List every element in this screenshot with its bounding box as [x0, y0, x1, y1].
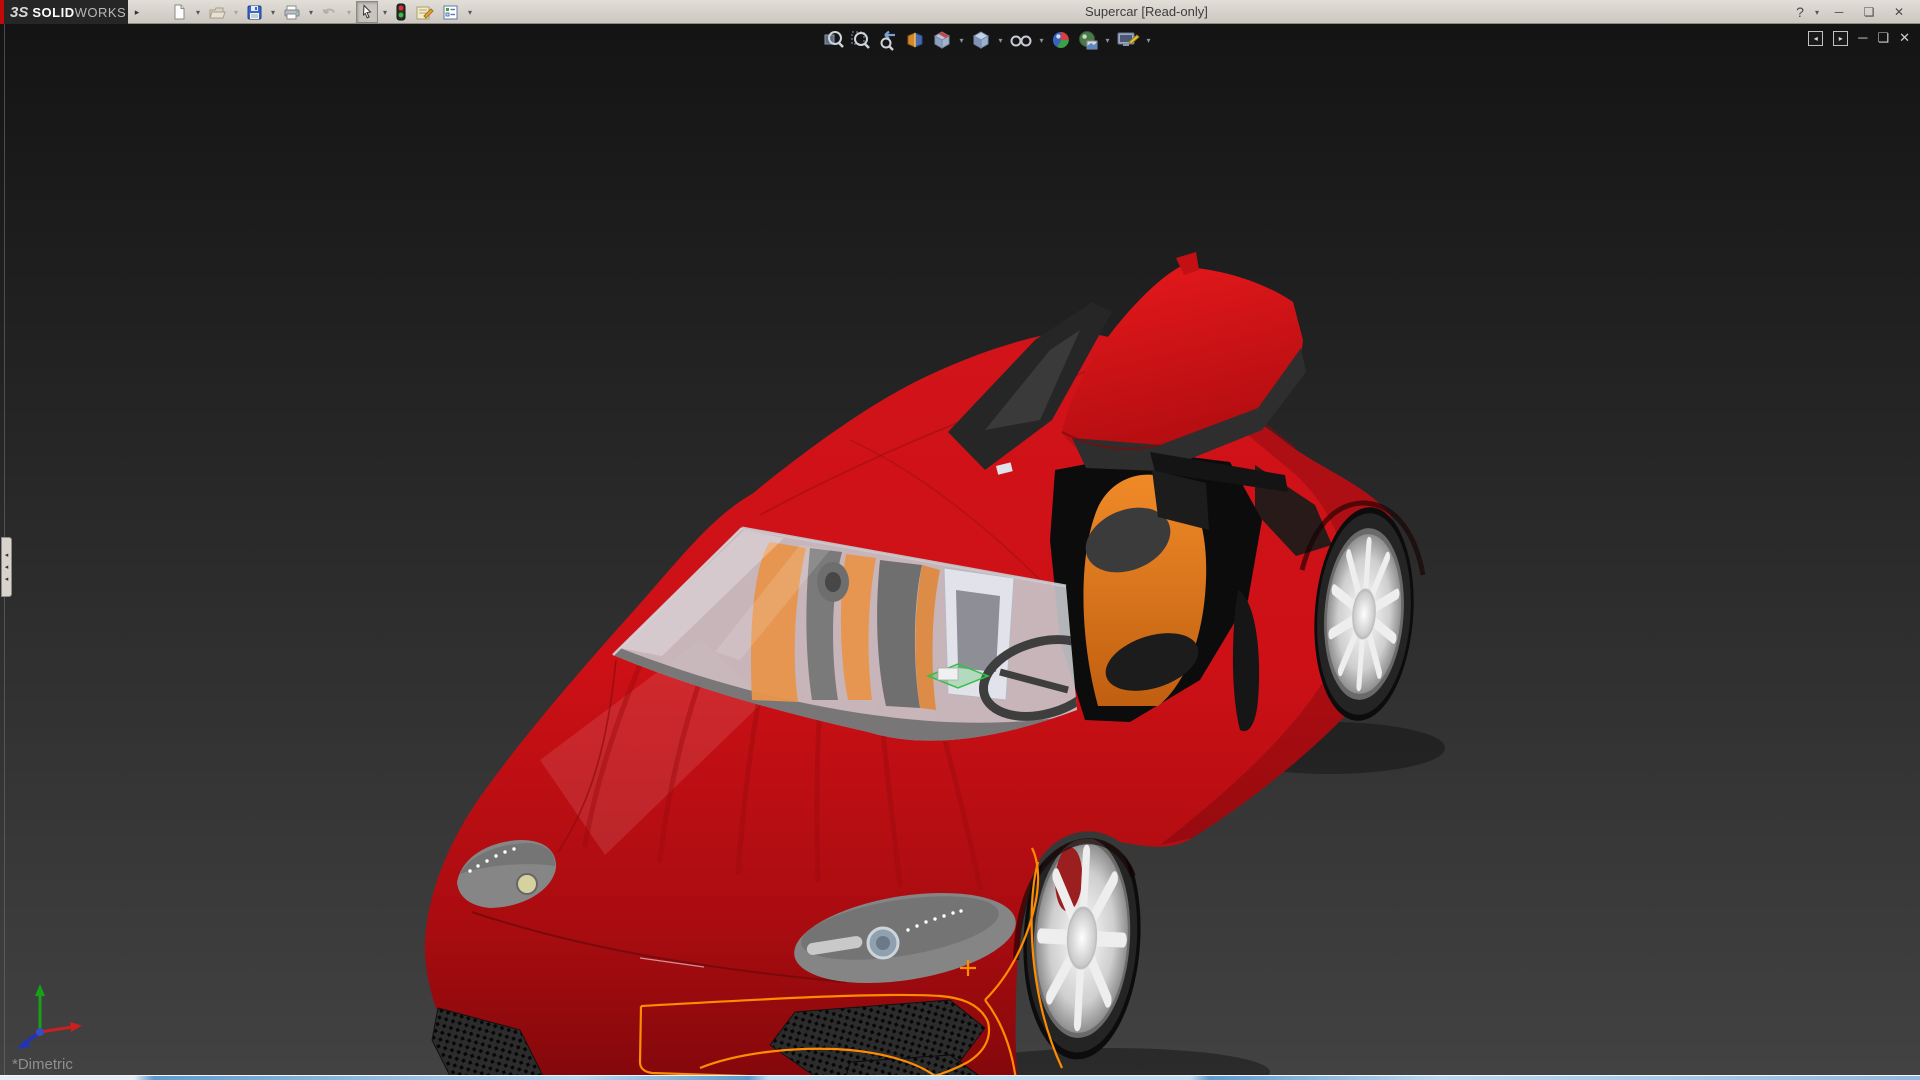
- section-view-icon: [907, 32, 923, 48]
- options-list-icon: [443, 5, 458, 19]
- undo-dropdown[interactable]: ▾: [344, 8, 354, 17]
- view-settings-icon: [1117, 32, 1140, 46]
- document-title: Supercar [Read-only]: [1085, 4, 1208, 19]
- printer-icon: [284, 5, 300, 19]
- view-orientation-button[interactable]: [930, 28, 954, 52]
- title-bar: 3S SOLID WORKS ▸ ▾ ▾ ▾ ▾ ▾ ▾ ▾ Supercar …: [0, 0, 1920, 24]
- options-button[interactable]: [439, 1, 463, 23]
- doc-minimize-button[interactable]: ─: [1858, 30, 1867, 46]
- help-dropdown[interactable]: ▾: [1812, 8, 1822, 17]
- print-dropdown[interactable]: ▾: [306, 8, 316, 17]
- apply-scene-icon: [1079, 31, 1098, 50]
- doc-restore-button[interactable]: ❏: [1877, 30, 1889, 46]
- display-style-cube-icon: [972, 31, 990, 49]
- undo-arrow-icon: [322, 8, 335, 14]
- help-button[interactable]: ?: [1792, 4, 1808, 20]
- reference-triad-icon: [17, 984, 82, 1049]
- taskbar-edge: [0, 1075, 1920, 1080]
- restore-button[interactable]: ❏: [1856, 2, 1882, 22]
- open-button[interactable]: [205, 1, 229, 23]
- solidworks-logo: 3S SOLID WORKS: [0, 0, 128, 24]
- zoom-to-fit-button[interactable]: [822, 28, 846, 52]
- new-dropdown[interactable]: ▾: [193, 8, 203, 17]
- supercar-3d-model[interactable]: [0, 24, 1920, 1075]
- zoom-to-fit-icon: [824, 31, 844, 48]
- options-dropdown[interactable]: ▾: [465, 8, 475, 17]
- traffic-light-icon: [396, 3, 406, 21]
- apply-scene-button[interactable]: [1076, 28, 1100, 52]
- eyeglasses-icon: [1010, 35, 1032, 47]
- menu-expand-button[interactable]: ▸: [130, 3, 144, 21]
- minimize-button[interactable]: ─: [1826, 2, 1852, 22]
- select-dropdown[interactable]: ▾: [380, 8, 390, 17]
- collapse-arrow-icon: ◂: [4, 551, 9, 559]
- collapsed-panel-tab[interactable]: ◂ ◂ ◂: [1, 537, 12, 597]
- document-window-controls: ◂ ▸ ─ ❏ ✕: [1808, 30, 1910, 46]
- open-dropdown[interactable]: ▾: [231, 8, 241, 17]
- open-folder-icon: [209, 7, 226, 18]
- previous-view-button[interactable]: [876, 28, 900, 52]
- ds-logo-icon: 3S: [10, 3, 29, 21]
- zoom-to-area-icon: [851, 31, 870, 49]
- appearance-ball-icon: [1052, 31, 1069, 48]
- new-document-button[interactable]: [168, 1, 191, 23]
- save-dropdown[interactable]: ▾: [268, 8, 278, 17]
- display-style-button[interactable]: [969, 28, 993, 52]
- heads-up-view-toolbar: ▾ ▾ ▾ ▾ ▾: [822, 28, 1153, 52]
- hide-show-items-button[interactable]: [1008, 28, 1034, 52]
- pane-toggle-right-button[interactable]: ▸: [1833, 30, 1849, 46]
- view-settings-button[interactable]: [1115, 28, 1141, 52]
- close-button[interactable]: ✕: [1886, 2, 1912, 22]
- view-orientation-dropdown[interactable]: ▾: [957, 36, 966, 45]
- apply-scene-dropdown[interactable]: ▾: [1103, 36, 1112, 45]
- save-floppy-icon: [247, 5, 262, 19]
- view-orientation-label: *Dimetric: [12, 1056, 73, 1073]
- rebuild-button[interactable]: [392, 1, 410, 23]
- pane-toggle-left-button[interactable]: ◂: [1808, 30, 1824, 46]
- edit-appearance-button[interactable]: [1049, 28, 1073, 52]
- file-properties-button[interactable]: [412, 1, 437, 23]
- previous-view-icon: [880, 30, 895, 51]
- graphics-area[interactable]: ▾ ▾ ▾ ▾ ▾ ◂ ▸ ─ ❏ ✕ ◂ ◂ ◂ *Dimetric: [0, 24, 1920, 1075]
- print-button[interactable]: [280, 1, 304, 23]
- new-document-icon: [174, 4, 185, 19]
- hide-show-items-dropdown[interactable]: ▾: [1037, 36, 1046, 45]
- view-orientation-cube-icon: [933, 31, 951, 49]
- collapse-arrow-icon: ◂: [4, 575, 9, 583]
- zoom-to-area-button[interactable]: [849, 28, 873, 52]
- select-cursor-icon: [362, 3, 372, 18]
- file-properties-icon: [416, 6, 434, 19]
- section-view-button[interactable]: [903, 28, 927, 52]
- display-style-dropdown[interactable]: ▾: [996, 36, 1005, 45]
- view-settings-dropdown[interactable]: ▾: [1144, 36, 1153, 45]
- collapse-arrow-icon: ◂: [4, 563, 9, 571]
- undo-button[interactable]: [318, 1, 342, 23]
- select-button[interactable]: [356, 1, 378, 23]
- doc-close-button[interactable]: ✕: [1899, 30, 1910, 46]
- save-button[interactable]: [243, 1, 266, 23]
